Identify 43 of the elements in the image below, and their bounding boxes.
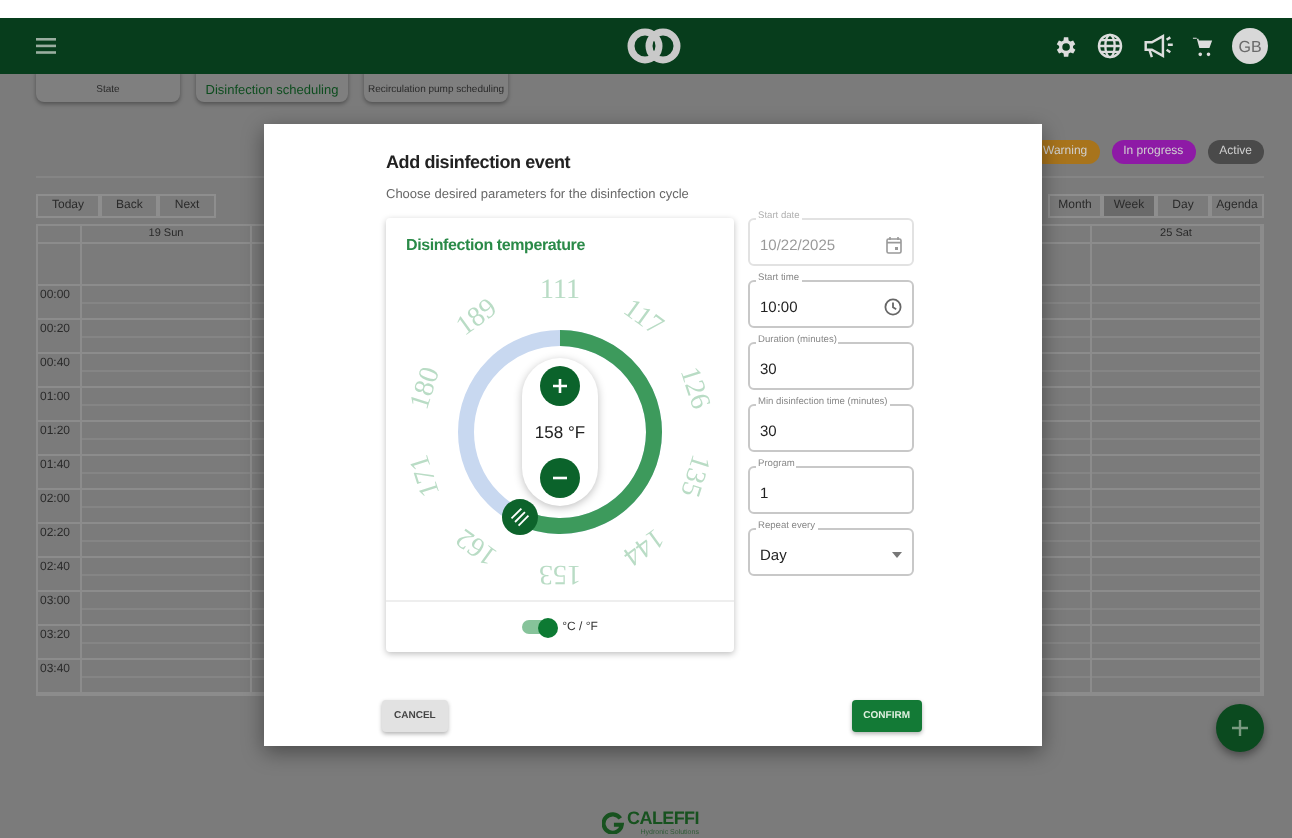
decrease-button[interactable] (540, 458, 580, 498)
calendar-cell[interactable] (82, 422, 252, 456)
add-button[interactable] (1216, 704, 1264, 752)
calendar-cell[interactable] (82, 660, 252, 694)
globe-icon[interactable] (1096, 32, 1124, 60)
brand-name: CALEFFI (627, 810, 699, 828)
calendar-cell[interactable] (82, 320, 252, 354)
scale-label: 111 (540, 276, 580, 307)
megaphone-icon[interactable] (1142, 32, 1174, 60)
scale-label: 135 (672, 450, 715, 501)
scale-label: 162 (451, 521, 504, 571)
temperature-reading: 158 °F (534, 422, 586, 442)
calendar-cell[interactable] (82, 558, 252, 592)
cart-icon[interactable] (1192, 35, 1214, 57)
rings-logo-icon (624, 26, 684, 66)
calendar-cell[interactable] (82, 592, 252, 626)
calendar-cell[interactable] (82, 354, 252, 388)
plus-icon (1232, 720, 1248, 736)
scale-label: 144 (616, 521, 669, 571)
card-title: Disinfection temperature (404, 234, 587, 258)
scale-label: 171 (405, 450, 448, 501)
brand-logo-icon (601, 812, 624, 834)
scale-label: 180 (405, 363, 448, 414)
scale-label: 117 (617, 294, 668, 343)
scale-label: 153 (539, 557, 581, 588)
calendar-cell[interactable] (82, 626, 252, 660)
plus-icon (552, 378, 568, 394)
unit-switch[interactable] (522, 620, 555, 634)
settings-icon[interactable] (1052, 33, 1078, 59)
calendar-cell[interactable] (82, 490, 252, 524)
increase-button[interactable] (540, 366, 580, 406)
calendar-cell[interactable] (82, 388, 252, 422)
clock-icon[interactable] (884, 298, 902, 316)
menu-icon[interactable] (36, 38, 56, 54)
dialog-title: Add disinfection event (386, 152, 573, 172)
calendar-cell[interactable] (82, 524, 252, 558)
user-avatar[interactable]: GB (1232, 28, 1268, 64)
scale-label: 189 (451, 293, 504, 343)
minus-icon (552, 476, 568, 480)
calendar-cell[interactable] (82, 456, 252, 490)
calendar-cell[interactable] (82, 286, 252, 320)
scale-label: 126 (672, 363, 715, 414)
dial-handle[interactable] (502, 499, 538, 536)
